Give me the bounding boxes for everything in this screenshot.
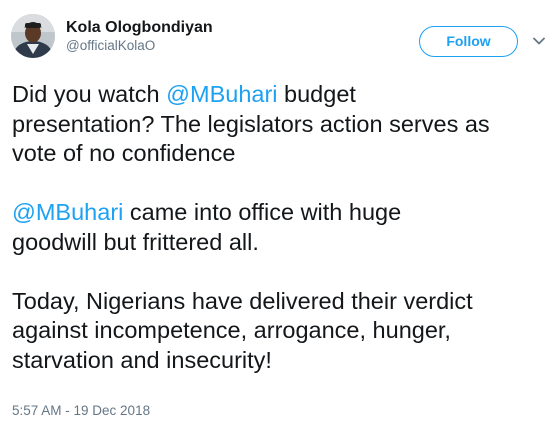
tweet-paragraph: Did you watch @MBuhari budget presentati… bbox=[12, 80, 542, 169]
text-line: presentation? The legislators action ser… bbox=[12, 110, 490, 137]
mention-link[interactable]: @MBuhari bbox=[12, 199, 123, 225]
tweet-header: Kola Ologbondiyan @officialKolaO Follow bbox=[11, 14, 545, 64]
avatar[interactable] bbox=[11, 14, 55, 58]
tweet-paragraph: @MBuhari came into office with huge good… bbox=[12, 198, 542, 257]
text-line: Did you watch @MBuhari budget bbox=[12, 80, 542, 110]
avatar-photo-icon bbox=[11, 14, 55, 58]
user-handle[interactable]: @officialKolaO bbox=[66, 37, 213, 55]
chevron-down-icon[interactable] bbox=[532, 34, 546, 48]
mention-link[interactable]: @MBuhari bbox=[166, 81, 277, 107]
text-line: against incompetence, arrogance, hunger, bbox=[12, 317, 451, 343]
follow-button[interactable]: Follow bbox=[419, 26, 518, 57]
text-line: vote of no confidence bbox=[12, 140, 236, 166]
text-line: @MBuhari came into office with huge bbox=[12, 198, 542, 228]
text-segment: came into office with huge bbox=[123, 199, 402, 225]
display-name[interactable]: Kola Ologbondiyan bbox=[66, 18, 213, 37]
tweet-timestamp[interactable]: 5:57 AM - 19 Dec 2018 bbox=[12, 402, 150, 420]
text-segment: budget bbox=[277, 81, 356, 107]
text-line: goodwill but frittered all. bbox=[12, 228, 259, 255]
text-segment: Did you watch bbox=[12, 81, 167, 107]
tweet-paragraph: Today, Nigerians have delivered their ve… bbox=[12, 287, 542, 376]
user-names: Kola Ologbondiyan @officialKolaO bbox=[66, 18, 213, 55]
text-line: Today, Nigerians have delivered their ve… bbox=[12, 287, 473, 314]
tweet-text: Did you watch @MBuhari budget presentati… bbox=[12, 80, 542, 375]
tweet-card: Kola Ologbondiyan @officialKolaO Follow … bbox=[0, 0, 550, 433]
text-line: starvation and insecurity! bbox=[12, 346, 272, 373]
